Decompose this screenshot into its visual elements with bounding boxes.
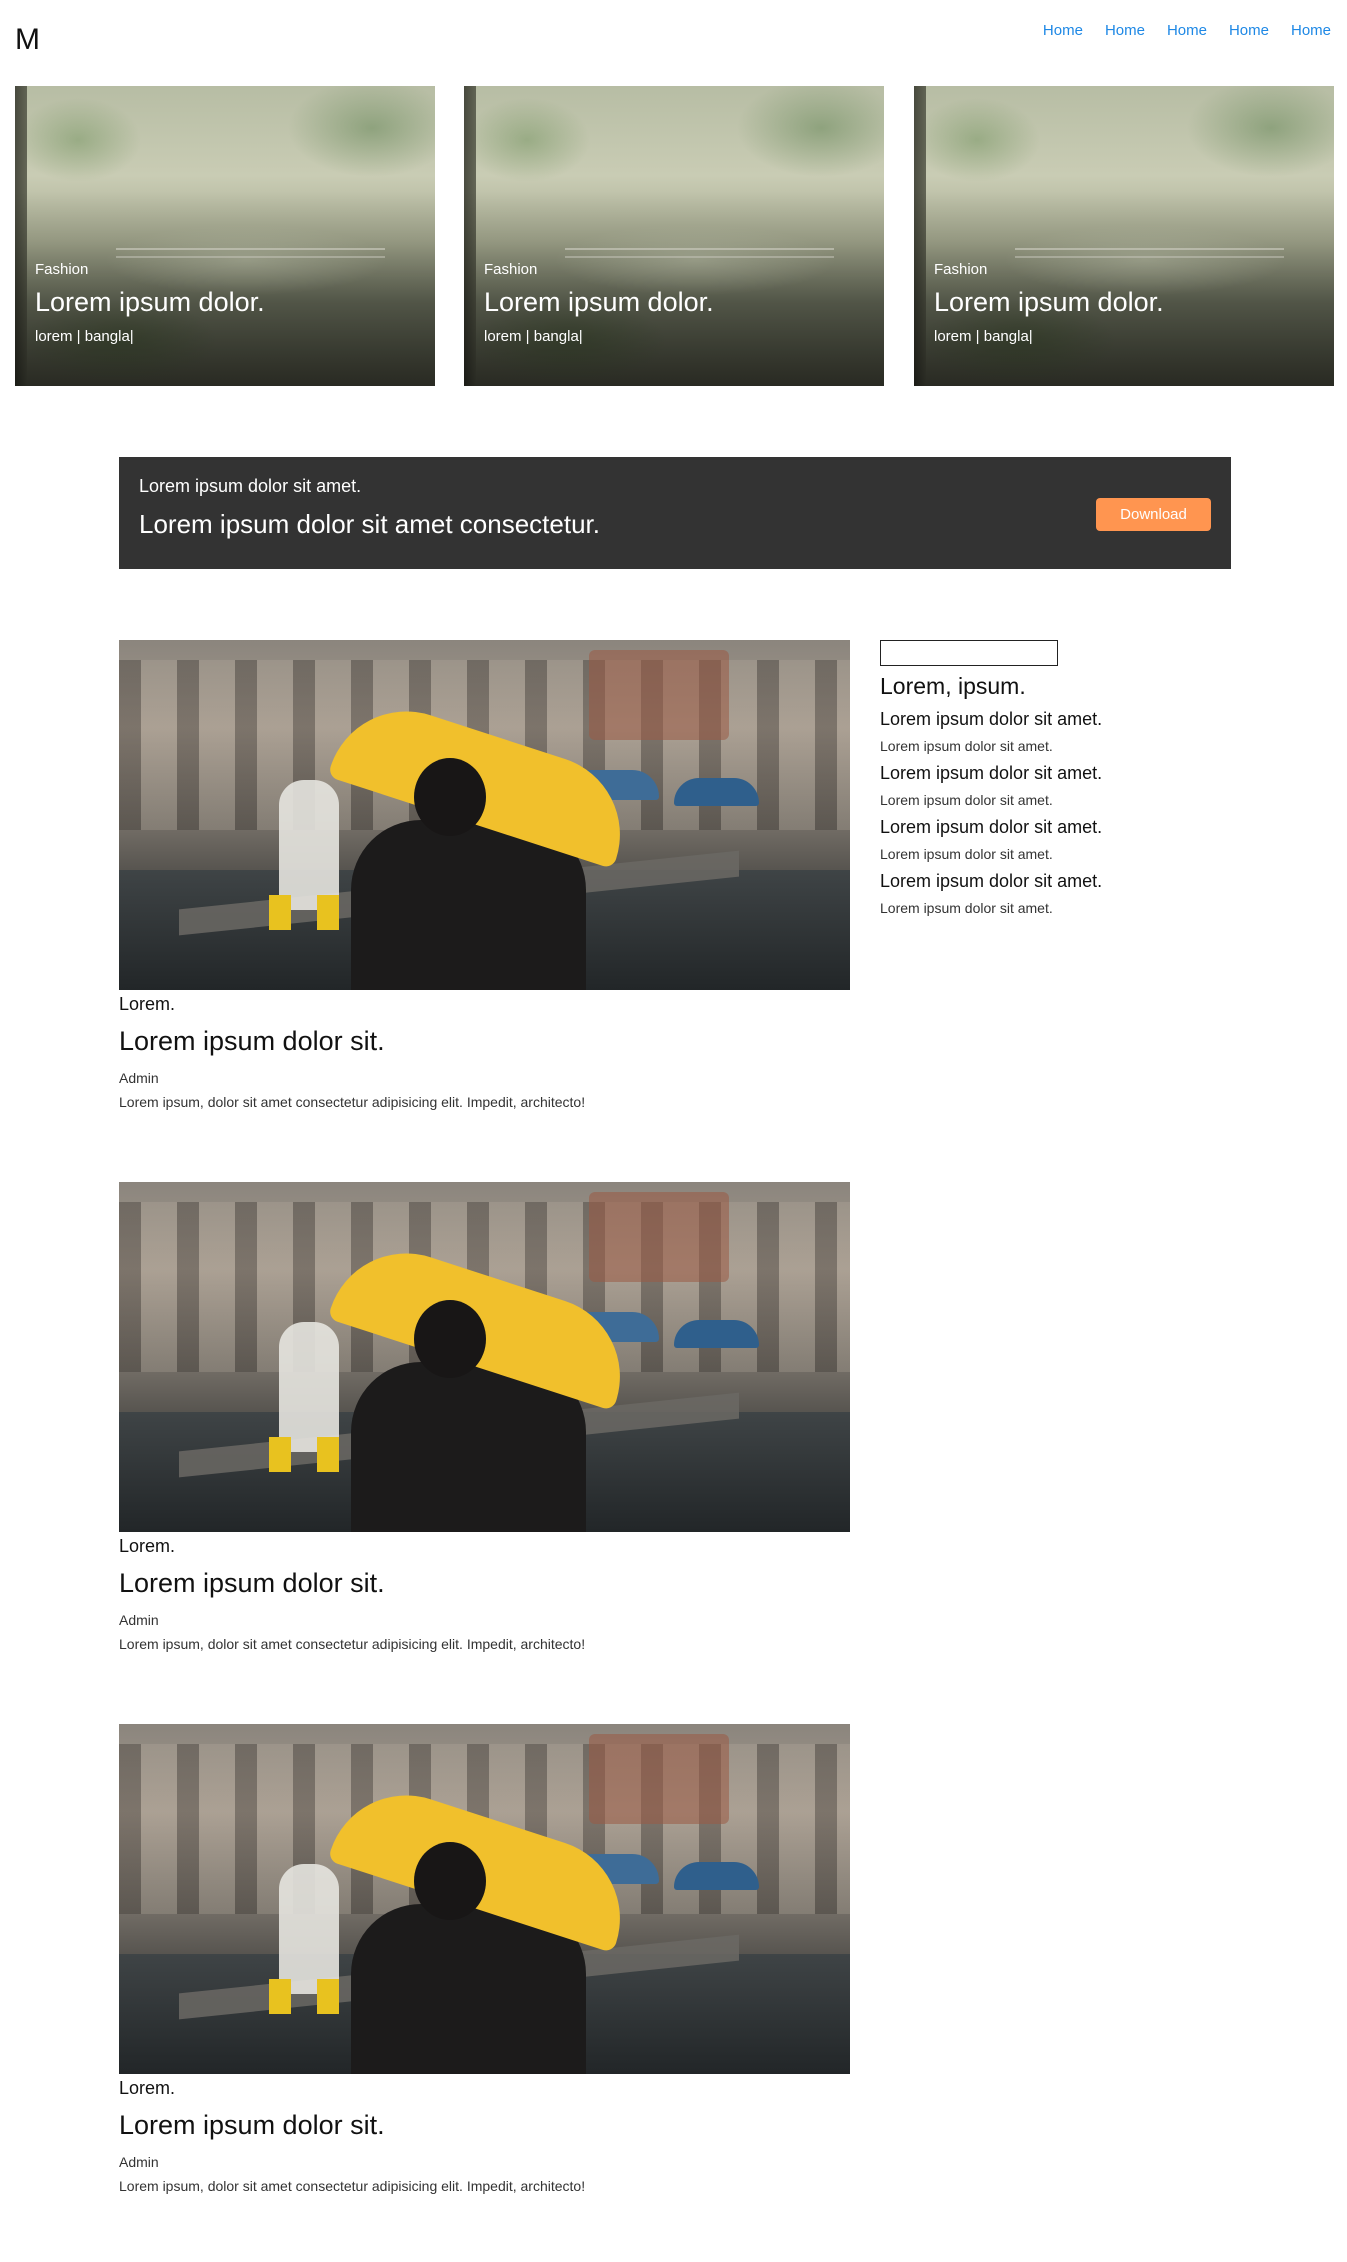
banner-subtitle: Lorem ipsum dolor sit amet. [139, 476, 362, 496]
hero-title: Lorem ipsum dolor. [934, 287, 1164, 317]
search-input[interactable] [880, 640, 1058, 666]
nav-link-home-4[interactable]: Home [1229, 20, 1269, 42]
post-author: Admin [119, 2154, 159, 2170]
photo-detail [269, 895, 349, 930]
sidebar-item-text: Lorem ipsum dolor sit amet. [880, 900, 1053, 916]
post-image[interactable] [119, 1182, 850, 1532]
photo-detail [279, 780, 339, 910]
photo-detail [414, 1842, 486, 1920]
hero-title: Lorem ipsum dolor. [484, 287, 714, 317]
nav-link-home-2[interactable]: Home [1105, 20, 1145, 42]
sidebar-item-heading[interactable]: Lorem ipsum dolor sit amet. [880, 761, 1240, 785]
post-excerpt: Lorem ipsum, dolor sit amet consectetur … [119, 1636, 586, 1652]
post-category: Lorem. [119, 994, 176, 1014]
top-nav: Home Home Home Home Home [1043, 20, 1331, 42]
sidebar-title: Lorem, ipsum. [880, 673, 1026, 699]
post-title[interactable]: Lorem ipsum dolor sit. [119, 2109, 851, 2141]
photo-detail [589, 650, 729, 740]
nav-link-home-3[interactable]: Home [1167, 20, 1207, 42]
photo-detail [279, 1864, 339, 1994]
sidebar-item-heading[interactable]: Lorem ipsum dolor sit amet. [880, 707, 1240, 731]
post-card: Lorem. Lorem ipsum dolor sit. Admin Lore… [119, 1724, 851, 2195]
photo-detail [414, 758, 486, 836]
hero-card[interactable]: Fashion Lorem ipsum dolor. lorem | bangl… [914, 86, 1334, 386]
nav-link-home-5[interactable]: Home [1291, 20, 1331, 42]
sidebar-item-heading[interactable]: Lorem ipsum dolor sit amet. [880, 815, 1240, 839]
hero-category: Fashion [484, 261, 538, 278]
post-author: Admin [119, 1070, 159, 1086]
post-card: Lorem. Lorem ipsum dolor sit. Admin Lore… [119, 640, 851, 1111]
promo-banner: Lorem ipsum dolor sit amet. Lorem ipsum … [119, 457, 1231, 569]
hero-meta: lorem | bangla| [934, 328, 1033, 345]
photo-detail [674, 1320, 759, 1348]
hero-category: Fashion [934, 261, 988, 278]
post-excerpt: Lorem ipsum, dolor sit amet consectetur … [119, 1094, 586, 1110]
photo-detail [589, 1734, 729, 1824]
hero-category: Fashion [35, 261, 89, 278]
sidebar: Lorem, ipsum. Lorem ipsum dolor sit amet… [880, 640, 1240, 917]
post-image[interactable] [119, 1724, 850, 2074]
hero-card[interactable]: Fashion Lorem ipsum dolor. lorem | bangl… [15, 86, 435, 386]
post-author: Admin [119, 1612, 159, 1628]
photo-detail [269, 1437, 349, 1472]
hero-cards: Fashion Lorem ipsum dolor. lorem | bangl… [15, 86, 1334, 386]
photo-detail [674, 1862, 759, 1890]
download-button[interactable]: Download [1096, 498, 1211, 531]
post-category: Lorem. [119, 1536, 176, 1556]
sidebar-item-text: Lorem ipsum dolor sit amet. [880, 738, 1053, 754]
photo-detail [414, 1300, 486, 1378]
hero-card[interactable]: Fashion Lorem ipsum dolor. lorem | bangl… [464, 86, 884, 386]
sidebar-item-text: Lorem ipsum dolor sit amet. [880, 792, 1053, 808]
hero-meta: lorem | bangla| [35, 328, 134, 345]
post-category: Lorem. [119, 2078, 176, 2098]
hero-meta: lorem | bangla| [484, 328, 583, 345]
post-card: Lorem. Lorem ipsum dolor sit. Admin Lore… [119, 1182, 851, 1653]
photo-detail [279, 1322, 339, 1452]
post-image[interactable] [119, 640, 850, 990]
photo-detail [269, 1979, 349, 2014]
photo-detail [674, 778, 759, 806]
sidebar-item-heading[interactable]: Lorem ipsum dolor sit amet. [880, 869, 1240, 893]
nav-link-home-1[interactable]: Home [1043, 20, 1083, 42]
post-title[interactable]: Lorem ipsum dolor sit. [119, 1025, 851, 1057]
post-excerpt: Lorem ipsum, dolor sit amet consectetur … [119, 2178, 586, 2194]
sidebar-item-text: Lorem ipsum dolor sit amet. [880, 846, 1053, 862]
hero-title: Lorem ipsum dolor. [35, 287, 265, 317]
brand-logo[interactable]: M [15, 22, 40, 58]
banner-title: Lorem ipsum dolor sit amet consectetur. [139, 509, 600, 539]
photo-detail [589, 1192, 729, 1282]
post-title[interactable]: Lorem ipsum dolor sit. [119, 1567, 851, 1599]
